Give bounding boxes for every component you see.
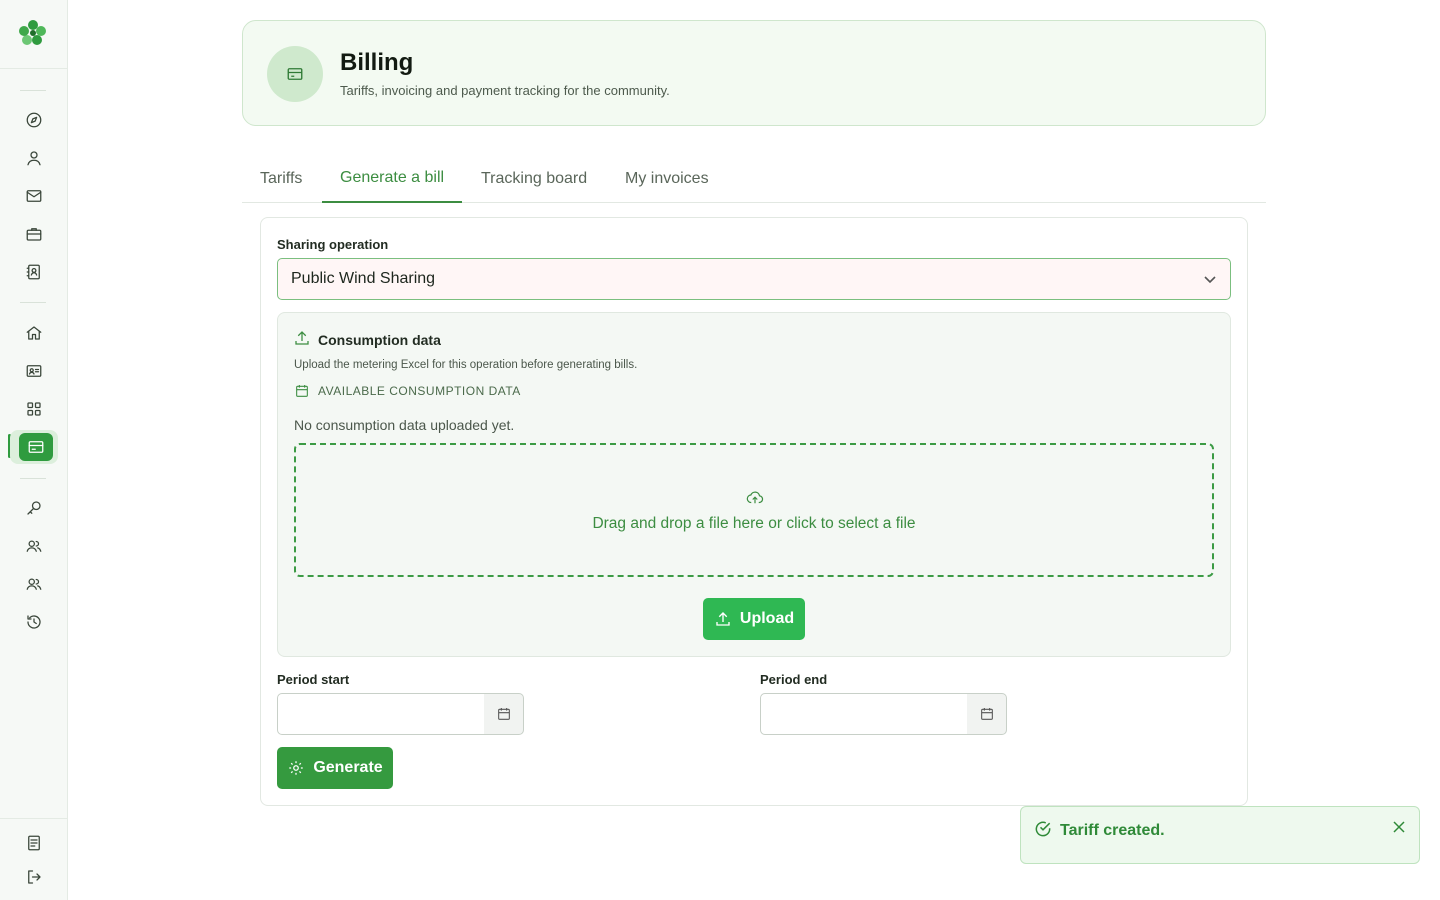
sharing-operation-select[interactable]: Public Wind Sharing — [277, 258, 1231, 300]
period-start-input[interactable] — [277, 693, 485, 735]
period-end-calendar-button[interactable] — [967, 693, 1007, 735]
history-icon — [27, 615, 41, 629]
calendar-icon — [296, 385, 308, 397]
sidebar-item-profile[interactable] — [14, 142, 54, 174]
sidebar — [0, 0, 68, 900]
briefcase-icon — [26, 228, 42, 241]
sidebar-item-members[interactable] — [14, 530, 54, 562]
period-end-label: Period end — [760, 672, 828, 687]
tab-my-invoices[interactable]: My invoices — [607, 154, 727, 203]
sidebar-item-compass[interactable] — [14, 104, 54, 136]
header-icon-circle — [267, 46, 323, 102]
dropzone-text: Drag and drop a file here or click to se… — [592, 515, 916, 532]
sidebar-item-logout[interactable] — [14, 861, 54, 893]
sharing-operation-value: Public Wind Sharing — [291, 270, 436, 287]
period-end-input[interactable] — [760, 693, 968, 735]
sidebar-item-apps[interactable] — [14, 393, 54, 425]
calendar-icon — [497, 708, 510, 720]
sidebar-item-mail[interactable] — [14, 180, 54, 212]
page-subtitle: Tariffs, invoicing and payment tracking … — [340, 83, 670, 98]
id-card-icon — [26, 365, 42, 377]
upload-button[interactable]: Upload — [703, 598, 805, 640]
consumption-data-section: Consumption data Upload the metering Exc… — [277, 312, 1231, 657]
upload-button-label: Upload — [739, 610, 795, 627]
upload-icon — [716, 612, 730, 626]
user-icon — [27, 151, 41, 166]
toast-close-button[interactable] — [1389, 817, 1409, 837]
logout-icon — [28, 870, 41, 884]
billing-card-icon — [28, 441, 44, 453]
consumption-description: Upload the metering Excel for this opera… — [294, 359, 638, 371]
consumption-title: Consumption data — [318, 332, 441, 348]
no-data-message: No consumption data uploaded yet. — [294, 417, 515, 433]
sharing-operation-label: Sharing operation — [277, 237, 389, 252]
cloud-upload-icon — [746, 491, 764, 504]
upload-icon — [295, 331, 309, 345]
generate-button[interactable]: Generate — [277, 747, 393, 789]
page-title: Billing — [340, 49, 414, 76]
sidebar-item-keys[interactable] — [14, 492, 54, 524]
sidebar-item-billing[interactable] — [10, 430, 58, 464]
contact-book-icon — [26, 264, 40, 280]
period-start-label: Period start — [277, 672, 350, 687]
key-icon — [27, 501, 41, 515]
sidebar-top-divider — [0, 68, 68, 69]
compass-icon — [26, 112, 42, 128]
sidebar-item-documents[interactable] — [14, 827, 54, 859]
sidebar-divider — [20, 478, 46, 479]
mail-icon — [26, 190, 42, 202]
gear-icon — [289, 761, 304, 775]
tab-bar: Tariffs Generate a bill Tracking board M… — [242, 154, 1266, 203]
grid-icon — [27, 402, 41, 416]
tab-generate-bill[interactable]: Generate a bill — [322, 154, 463, 203]
sidebar-item-id-card[interactable] — [14, 355, 54, 387]
sidebar-item-contacts[interactable] — [14, 256, 54, 288]
sidebar-item-billing-highlight — [19, 433, 53, 461]
home-icon — [26, 326, 42, 340]
available-data-label: AVAILABLE CONSUMPTION DATA — [318, 384, 521, 398]
page-header: Billing Tariffs, invoicing and payment t… — [242, 20, 1266, 126]
period-start-calendar-button[interactable] — [484, 693, 524, 735]
check-circle-icon — [1035, 821, 1051, 837]
chevron-down-icon — [1204, 276, 1216, 284]
users-group-icon — [26, 578, 42, 590]
users-icon — [26, 540, 42, 552]
generate-button-label: Generate — [313, 759, 383, 776]
sidebar-item-briefcase[interactable] — [14, 218, 54, 250]
file-dropzone[interactable]: Drag and drop a file here or click to se… — [294, 443, 1214, 577]
success-toast: Tariff created. — [1020, 806, 1420, 864]
sidebar-item-history[interactable] — [14, 606, 54, 638]
document-icon — [28, 835, 40, 851]
calendar-icon — [980, 708, 993, 720]
billing-card-icon — [287, 68, 303, 80]
toast-message: Tariff created. — [1060, 822, 1165, 839]
sidebar-item-home[interactable] — [14, 317, 54, 349]
sidebar-divider — [20, 302, 46, 303]
sidebar-item-groups[interactable] — [14, 568, 54, 600]
tab-tracking-board[interactable]: Tracking board — [463, 154, 605, 203]
close-icon — [1393, 821, 1405, 833]
logo-icon — [19, 20, 46, 45]
sidebar-divider — [20, 90, 46, 91]
generate-bill-panel: Sharing operation Public Wind Sharing Co… — [260, 217, 1248, 806]
sidebar-bottom-divider — [0, 818, 68, 819]
tab-tariffs[interactable]: Tariffs — [242, 154, 320, 203]
